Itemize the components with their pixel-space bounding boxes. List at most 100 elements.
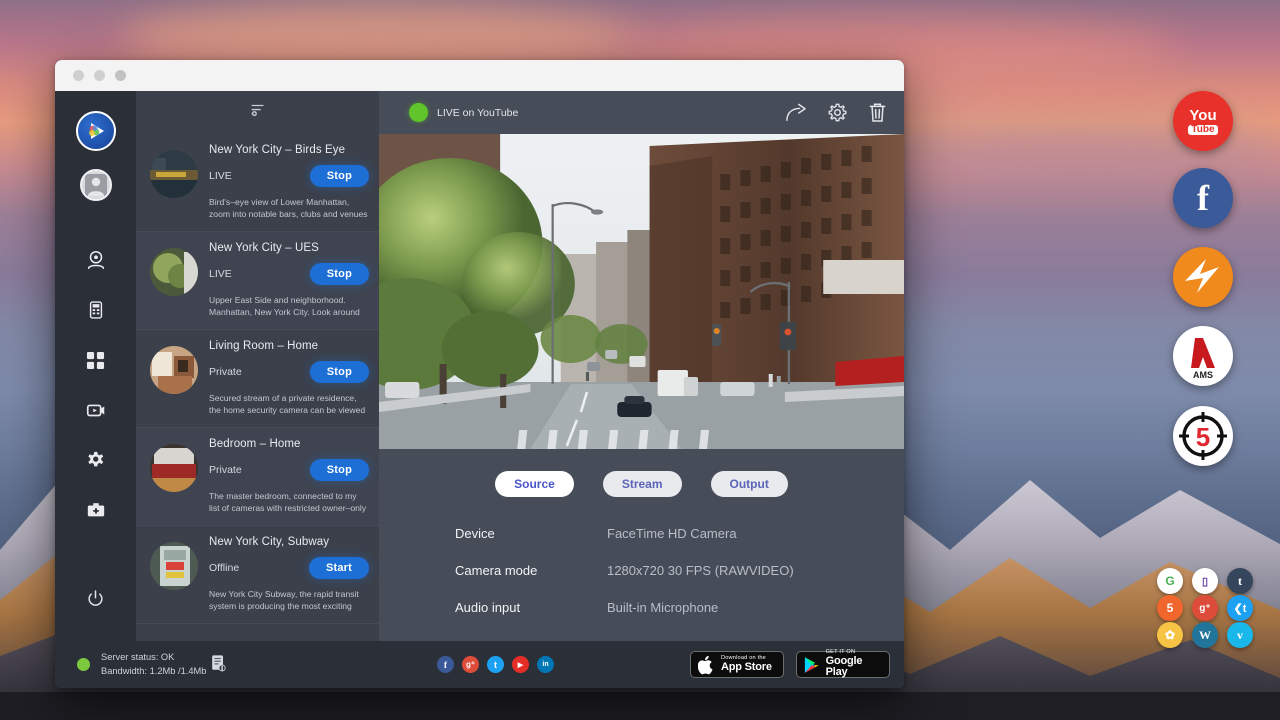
mini-icon-google-plus[interactable]: g⁺ (1192, 595, 1218, 621)
sidebar-item-settings[interactable] (77, 441, 115, 479)
webcam-icon (85, 249, 107, 271)
camera-thumbnail (150, 248, 198, 296)
app-window: New York City – Birds Eye LIVE Stop Bird… (55, 60, 904, 688)
svg-text:5: 5 (1196, 422, 1210, 452)
add-camera-button[interactable]: + Add Camera (136, 624, 379, 641)
sidebar-item-user-avatar[interactable] (80, 169, 112, 201)
info-label: Audio input (455, 600, 607, 615)
play-triangle-icon (804, 656, 820, 674)
camera-status: Private (209, 464, 242, 476)
video-screen-icon (85, 399, 107, 421)
sidebar-item-dashboard[interactable] (77, 341, 115, 379)
tab-source[interactable]: Source (495, 471, 574, 497)
list-item[interactable]: Bedroom – Home Private Stop The master b… (136, 428, 379, 526)
camera-action-button[interactable]: Stop (310, 459, 369, 481)
app-store-big-label: App Store (721, 662, 772, 674)
mini-icon-twitter[interactable]: ❮t (1227, 595, 1253, 621)
camera-list[interactable]: New York City – Birds Eye LIVE Stop Bird… (136, 134, 379, 641)
mini-icon-wordpress[interactable]: W (1192, 622, 1218, 648)
info-value[interactable]: Built-in Microphone (607, 600, 718, 615)
social-icon-youtube[interactable]: ▶ (512, 656, 529, 673)
grid-icon (86, 351, 105, 370)
play-logo-icon (83, 118, 109, 144)
sidebar-item-devices[interactable] (77, 291, 115, 329)
google-play-button[interactable]: GET IT ON Google Play (796, 651, 890, 678)
info-value[interactable]: FaceTime HD Camera (607, 526, 737, 541)
info-label: Camera mode (455, 563, 607, 578)
mini-icon-five[interactable]: 5 (1157, 595, 1183, 621)
social-links[interactable]: f g⁺ t ▶ in (437, 656, 554, 673)
camera-description: Secured stream of a private residence, t… (209, 392, 369, 417)
social-icon-twitter[interactable]: t (487, 656, 504, 673)
camera-description: The master bedroom, connected to my list… (209, 490, 369, 515)
street-livestream-frame (379, 134, 904, 449)
mini-icon-vimeo[interactable]: v (1227, 622, 1253, 648)
gear-icon (85, 450, 106, 471)
sidebar-item-broadcasts[interactable] (77, 391, 115, 429)
trash-icon[interactable] (868, 102, 887, 123)
tab-output[interactable]: Output (711, 471, 788, 497)
server-status-text: Server status: OK (101, 651, 206, 664)
camera-title: Living Room – Home (209, 340, 369, 352)
list-item[interactable]: New York City – UES LIVE Stop Upper East… (136, 232, 379, 330)
mini-icon-flower[interactable]: ✿ (1157, 622, 1183, 648)
share-icon[interactable] (785, 103, 807, 123)
info-row-audio-input: Audio input Built-in Microphone (455, 600, 904, 615)
social-icon-facebook[interactable]: f (437, 656, 454, 673)
camera-action-button[interactable]: Stop (310, 165, 369, 187)
list-item[interactable]: Living Room – Home Private Stop Secured … (136, 330, 379, 428)
camera-thumbnail (150, 542, 198, 590)
log-document-icon[interactable]: i (210, 654, 227, 677)
tab-stream[interactable]: Stream (603, 471, 682, 497)
minimize-button[interactable] (94, 70, 105, 81)
camera-thumbnail (150, 150, 198, 198)
camera-action-button[interactable]: Stop (310, 263, 369, 285)
power-icon (86, 589, 105, 608)
info-row-device: Device FaceTime HD Camera (455, 526, 904, 541)
sidebar-item-app-logo[interactable] (76, 111, 116, 151)
gear-icon[interactable] (827, 102, 848, 123)
mini-icon-tumblr[interactable]: t (1227, 568, 1253, 594)
camera-action-button[interactable]: Start (309, 557, 369, 579)
server-status-group: Server status: OK Bandwidth: 1.2Mb /1.4M… (55, 651, 385, 678)
social-icon-google-plus[interactable]: g⁺ (462, 656, 479, 673)
video-preview[interactable] (379, 134, 904, 449)
list-item[interactable]: New York City, Subway Offline Start New … (136, 526, 379, 624)
window-titlebar[interactable] (55, 60, 904, 91)
bandwidth-text: Bandwidth: 1.2Mb /1.4Mb (101, 665, 206, 678)
camera-description: Bird's–eye view of Lower Manhattan, zoom… (209, 196, 369, 221)
camera-action-button[interactable]: Stop (310, 361, 369, 383)
dock-icon-ams[interactable] (1173, 247, 1233, 307)
app-store-button[interactable]: Download on the App Store (690, 651, 784, 678)
mini-icon-groupon[interactable]: G (1157, 568, 1183, 594)
filter-sort-icon[interactable] (249, 101, 267, 124)
camera-title: New York City, Subway (209, 536, 369, 548)
camera-title: New York City – UES (209, 242, 369, 254)
close-button[interactable] (73, 70, 84, 81)
sidebar-item-support[interactable] (77, 491, 115, 529)
info-label: Device (455, 526, 607, 541)
maximize-button[interactable] (115, 70, 126, 81)
dock-icon-red5[interactable]: 5 (1173, 406, 1233, 466)
red5-target-icon: 5 (1173, 406, 1233, 466)
camera-description: Upper East Side and neighborhood. Manhat… (209, 294, 369, 319)
settings-tabs[interactable]: Source Stream Output (379, 449, 904, 516)
camera-status: Private (209, 366, 242, 378)
sidebar-rail (55, 91, 136, 641)
camera-title: Bedroom – Home (209, 438, 369, 450)
sidebar-item-cameras[interactable] (77, 241, 115, 279)
dock-icon-youtube[interactable]: You Tube (1173, 91, 1233, 151)
camera-title: New York City – Birds Eye (209, 144, 369, 156)
mini-icon-twitch[interactable]: ▯ (1192, 568, 1218, 594)
svg-text:AMS: AMS (1193, 370, 1213, 380)
camera-thumbnail (150, 346, 198, 394)
social-icon-linkedin[interactable]: in (537, 656, 554, 673)
sidebar-item-power[interactable] (77, 579, 115, 617)
live-status-badge: LIVE on YouTube (409, 103, 518, 122)
camera-status: LIVE (209, 170, 232, 182)
list-item[interactable]: New York City – Birds Eye LIVE Stop Bird… (136, 134, 379, 232)
info-value[interactable]: 1280x720 30 FPS (RAWVIDEO) (607, 563, 794, 578)
app-store-badges: Download on the App Store GET IT ON Goog… (690, 651, 890, 678)
dock-icon-wowza[interactable]: AMS (1173, 326, 1233, 386)
dock-icon-facebook[interactable]: f (1173, 168, 1233, 228)
